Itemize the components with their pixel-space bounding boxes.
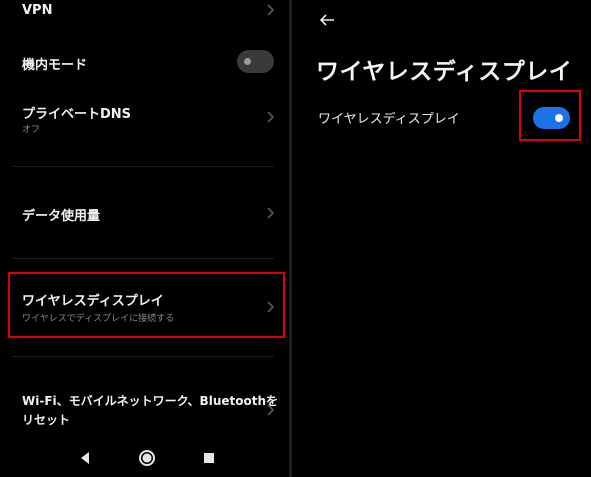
- list-item-title: プライベートDNS: [22, 107, 132, 122]
- list-item-title-line2: リセット: [22, 413, 71, 427]
- highlight-box-wireless-display: [8, 272, 285, 338]
- list-item-reset-network[interactable]: Wi-Fi、モバイルネットワーク、Bluetoothを リセット: [0, 384, 289, 434]
- settings-list-panel: VPN 機内モード プライベートDNS オフ データ使用量 ワイヤレスディスプレ…: [0, 0, 289, 477]
- list-item-private-dns[interactable]: プライベートDNS オフ: [0, 92, 289, 142]
- highlight-box-toggle: [519, 90, 581, 141]
- wireless-display-setting-label: ワイヤレスディスプレイ: [318, 112, 460, 127]
- navigation-bar: [0, 440, 289, 477]
- arrow-left-icon[interactable]: [317, 10, 337, 30]
- wireless-display-panel: ワイヤレスディスプレイ ワイヤレスディスプレイ: [292, 0, 591, 477]
- list-item-title: VPN: [22, 3, 53, 18]
- section-divider: [12, 356, 274, 357]
- list-item-subtitle: オフ: [22, 125, 41, 135]
- recents-icon[interactable]: [197, 446, 221, 470]
- list-item-vpn[interactable]: VPN: [0, 0, 289, 26]
- back-icon[interactable]: [73, 446, 97, 470]
- list-item-title: データ使用量: [22, 209, 101, 224]
- list-item-data-usage[interactable]: データ使用量: [0, 190, 289, 236]
- page-title: ワイヤレスディスプレイ: [316, 59, 573, 85]
- toggle-knob: [244, 58, 251, 65]
- airplane-mode-toggle[interactable]: [237, 50, 274, 73]
- chevron-right-icon: [264, 205, 276, 221]
- section-divider: [12, 166, 274, 167]
- list-item-title-line1: Wi-Fi、モバイルネットワーク、Bluetoothを: [22, 394, 279, 408]
- list-item-title: 機内モード: [22, 58, 88, 73]
- chevron-right-icon: [264, 2, 276, 18]
- section-divider: [12, 258, 274, 259]
- chevron-right-icon: [264, 109, 276, 125]
- chevron-right-icon: [264, 402, 276, 418]
- home-icon[interactable]: [135, 446, 159, 470]
